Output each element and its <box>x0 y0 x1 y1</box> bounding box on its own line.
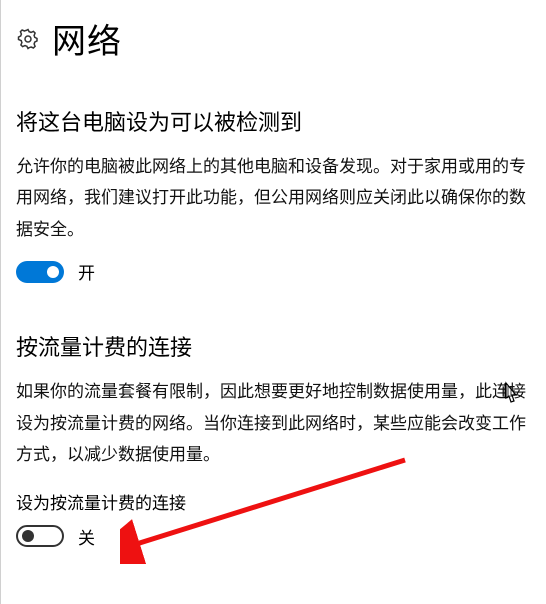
metered-label: 设为按流量计费的连接 <box>16 489 530 514</box>
metered-section: 按流量计费的连接 如果你的流量套餐有限制，因此想要更好地控制数据使用量，此连接设… <box>0 330 546 548</box>
discoverable-toggle[interactable] <box>16 261 64 283</box>
metered-desc: 如果你的流量套餐有限制，因此想要更好地控制数据使用量，此连接设为按流量计费的网络… <box>16 376 530 470</box>
page-title: 网络 <box>52 14 122 63</box>
discoverable-title: 将这台电脑设为可以被检测到 <box>16 105 530 137</box>
discoverable-toggle-label: 开 <box>78 259 95 284</box>
metered-title: 按流量计费的连接 <box>16 330 530 362</box>
metered-toggle[interactable] <box>16 525 64 547</box>
metered-toggle-label: 关 <box>78 524 95 549</box>
header: 网络 <box>0 0 546 69</box>
discoverable-section: 将这台电脑设为可以被检测到 允许你的电脑被此网络上的其他电脑和设备发现。对于家用… <box>0 105 546 284</box>
discoverable-desc: 允许你的电脑被此网络上的其他电脑和设备发现。对于家用或用的专用网络，我们建议打开… <box>16 151 530 245</box>
gear-icon <box>16 27 40 51</box>
